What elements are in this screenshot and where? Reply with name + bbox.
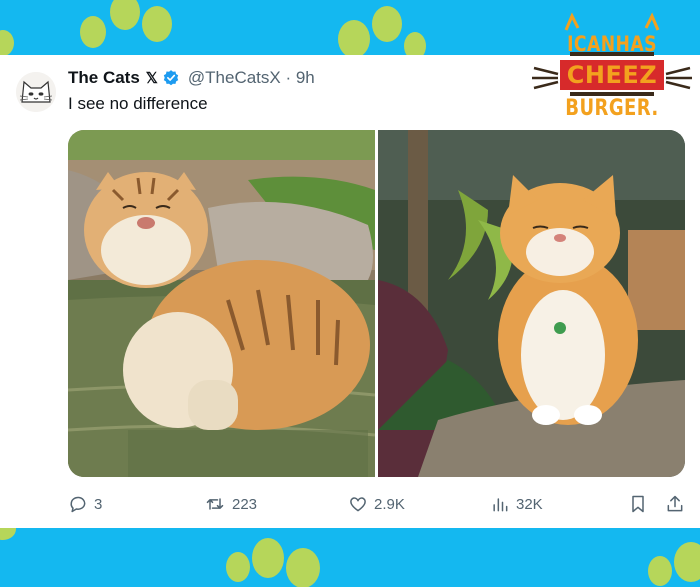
tweet-actions: 3 223 2.9K 32K xyxy=(68,494,686,516)
tweet-header: The Cats 𝕏 @TheCatsX · 9h xyxy=(68,68,315,88)
view-count: 32K xyxy=(516,495,543,513)
avatar[interactable] xyxy=(16,72,56,112)
tweet-media[interactable] xyxy=(68,130,685,477)
bottom-decor-band xyxy=(0,528,700,587)
bookmark-icon xyxy=(632,495,644,513)
cat-avatar-icon xyxy=(16,72,56,112)
reply-icon xyxy=(70,496,86,513)
verified-badge-icon xyxy=(163,70,179,86)
handle-and-time[interactable]: @TheCatsX · 9h xyxy=(188,68,315,88)
display-name[interactable]: The Cats xyxy=(68,68,140,88)
bookmark-button[interactable] xyxy=(628,494,648,514)
repost-count: 223 xyxy=(232,495,258,513)
views-button[interactable]: 32K xyxy=(490,494,543,514)
reply-button[interactable]: 3 xyxy=(68,494,102,514)
share-button[interactable] xyxy=(665,494,685,514)
reply-count: 3 xyxy=(94,495,103,513)
logo-line-2: CHEEZ xyxy=(560,60,664,90)
icanhascheezburger-logo: ICANHAS CHEEZ BURGER. xyxy=(532,12,692,127)
tweet-text: I see no difference xyxy=(68,94,208,113)
like-count: 2.9K xyxy=(374,495,405,513)
tiger-photo[interactable] xyxy=(68,130,376,477)
logo-line-3: BURGER. xyxy=(565,96,659,121)
views-icon xyxy=(493,498,508,512)
repost-icon xyxy=(206,498,224,510)
x-label: 𝕏 xyxy=(145,70,158,87)
heart-icon xyxy=(350,497,366,512)
logo-line-1: ICANHAS xyxy=(567,32,657,56)
share-icon xyxy=(667,495,683,512)
like-button[interactable]: 2.9K xyxy=(348,494,405,514)
cat-photo[interactable] xyxy=(378,130,685,477)
repost-button[interactable]: 223 xyxy=(204,494,257,514)
